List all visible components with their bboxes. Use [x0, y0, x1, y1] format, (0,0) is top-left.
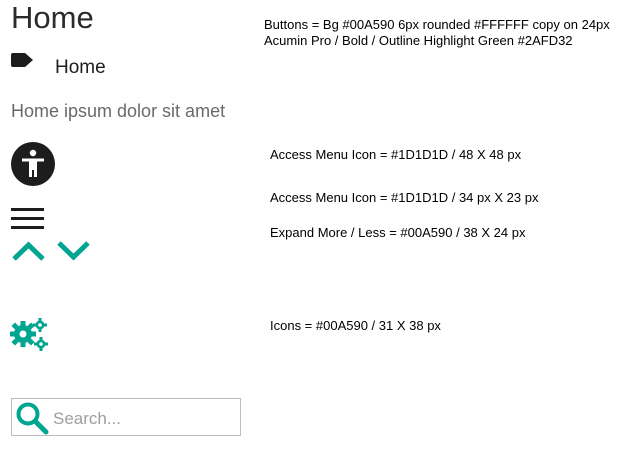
spec-note-access-menu-48: Access Menu Icon = #1D1D1D / 48 X 48 px — [270, 147, 522, 162]
search-icon[interactable] — [15, 401, 49, 435]
label-item-text[interactable]: Home — [55, 57, 106, 79]
spec-note-expand: Expand More / Less = #00A590 / 38 X 24 p… — [270, 225, 526, 240]
body-text: Home ipsum dolor sit amet — [11, 101, 226, 121]
search-box — [11, 398, 241, 436]
spec-note-buttons: Buttons = Bg #00A590 6px rounded #FFFFFF… — [264, 17, 610, 48]
search-input[interactable] — [53, 407, 233, 431]
label-icon — [11, 53, 33, 67]
chevron-up-icon[interactable] — [11, 240, 46, 262]
hamburger-menu-icon[interactable] — [11, 208, 44, 230]
spec-note-icons: Icons = #00A590 / 31 X 38 px — [270, 318, 441, 333]
accessibility-icon[interactable] — [11, 142, 55, 186]
chevron-down-icon[interactable] — [56, 240, 91, 262]
spec-note-access-menu-34: Access Menu Icon = #1D1D1D / 34 px X 23 … — [270, 190, 539, 205]
gears-icon[interactable] — [10, 318, 48, 352]
page-title: Home — [11, 0, 94, 35]
